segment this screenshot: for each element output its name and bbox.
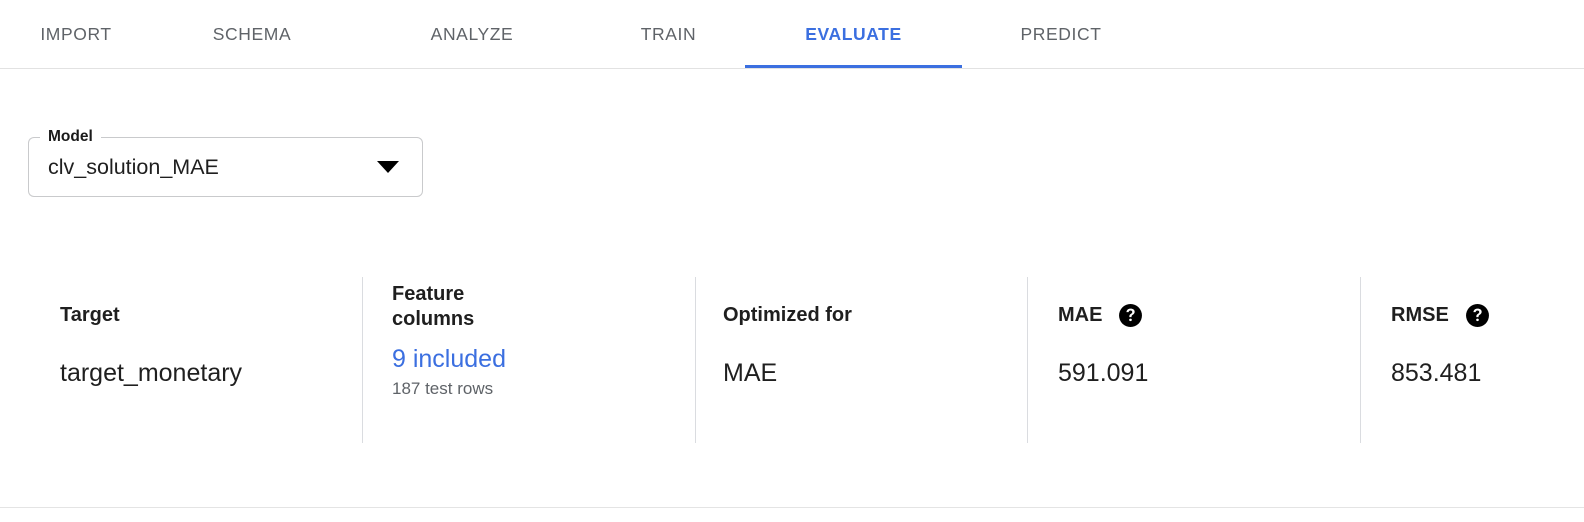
metric-rmse-value: 853.481 [1391,359,1482,387]
metric-mae-label: MAE [1058,304,1103,327]
tab-train[interactable]: TRAIN [592,0,745,68]
metric-optimized-for: Optimized for MAE [695,277,1027,443]
metric-target-value: target_monetary [60,358,243,387]
tab-evaluate-label: EVALUATE [805,23,902,44]
tab-schema-label: SCHEMA [212,23,292,44]
tab-predict-label: PREDICT [1020,23,1102,44]
bottom-divider [0,507,1584,508]
metric-feature-columns-label: Feature columns [392,283,475,330]
tab-evaluate[interactable]: EVALUATE [745,0,962,68]
outline-leading [28,137,40,197]
tab-bar: IMPORT SCHEMA ANALYZE TRAIN EVALUATE PRE… [0,0,1584,69]
metric-rmse-label: RMSE [1391,304,1449,327]
metric-optimized-for-value: MAE [723,358,778,387]
metric-feature-columns-link[interactable]: 9 included [392,344,695,374]
metric-mae-value: 591.091 [1058,359,1149,387]
tab-analyze-label: ANALYZE [430,23,514,44]
model-select[interactable]: Model clv_solution_MAE [28,129,423,197]
chevron-down-icon[interactable] [377,161,399,173]
tab-import[interactable]: IMPORT [0,0,152,68]
metric-test-rows: 187 test rows [392,378,494,398]
help-icon[interactable] [1118,303,1143,328]
tab-predict[interactable]: PREDICT [962,0,1160,68]
metric-rmse: RMSE 853.481 [1360,277,1584,443]
tab-schema[interactable]: SCHEMA [152,0,352,68]
tab-active-underline [745,65,962,68]
tab-train-label: TRAIN [640,23,697,44]
help-icon[interactable] [1465,303,1490,328]
metrics-row: Target target_monetary Feature columns 9… [0,277,1584,443]
model-select-value: clv_solution_MAE [48,154,219,179]
metric-target: Target target_monetary [0,277,362,443]
metric-target-label: Target [60,304,120,326]
metric-feature-columns: Feature columns 9 included 187 test rows [362,277,695,443]
metric-mae: MAE 591.091 [1027,277,1360,443]
tab-analyze[interactable]: ANALYZE [352,0,592,68]
tab-import-label: IMPORT [40,23,112,44]
metric-optimized-for-label: Optimized for [723,304,852,326]
